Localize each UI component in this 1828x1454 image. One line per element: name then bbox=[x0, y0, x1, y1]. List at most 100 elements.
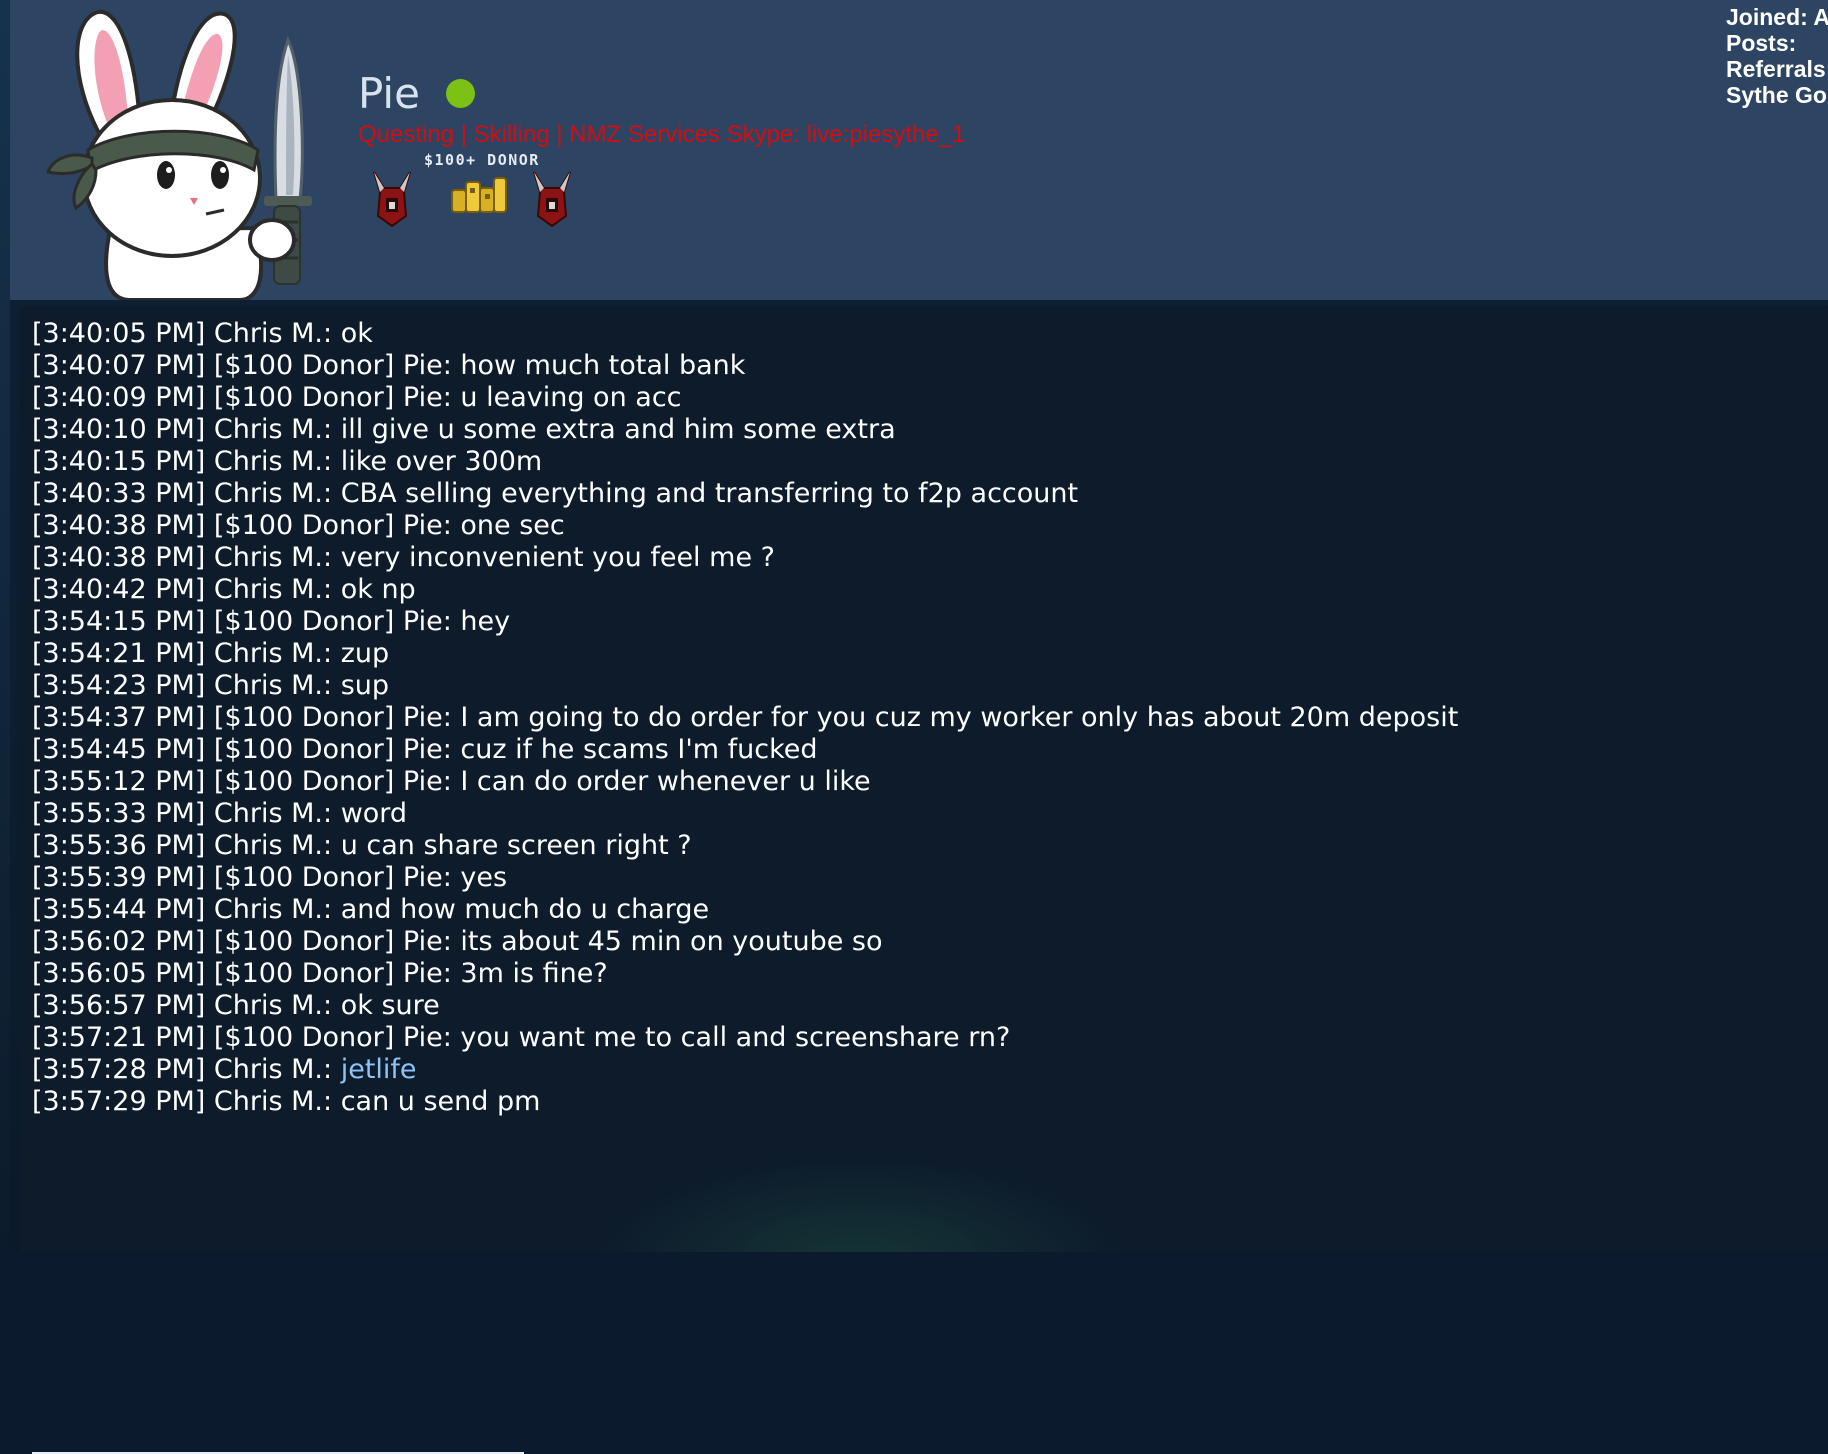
left-edge-strip bbox=[0, 0, 10, 1252]
chat-message: can u send pm bbox=[340, 1086, 541, 1117]
chat-message: word bbox=[340, 798, 408, 829]
chat-sender: Chris M.: bbox=[213, 798, 333, 829]
chat-line: [3:56:02 PM] [$100 Donor] Pie: its about… bbox=[32, 926, 1458, 958]
chat-message: u can share screen right ? bbox=[340, 830, 692, 861]
chat-timestamp: [3:54:15 PM] bbox=[32, 606, 206, 637]
chat-line: [3:40:07 PM] [$100 Donor] Pie: how much … bbox=[32, 350, 1458, 382]
chat-line: [3:40:05 PM] Chris M.: ok bbox=[32, 318, 1458, 350]
user-title: Questing | Skilling | NMZ Services Skype… bbox=[358, 121, 966, 148]
red-helmet-icon bbox=[373, 171, 411, 228]
chat-sender: Chris M.: bbox=[213, 990, 333, 1021]
chat-sender: Chris M.: bbox=[213, 446, 333, 477]
chat-message: ok sure bbox=[340, 990, 440, 1021]
chat-message: ok bbox=[340, 318, 373, 349]
chat-sender: [$100 Donor] Pie: bbox=[213, 926, 452, 957]
chat-line: [3:40:15 PM] Chris M.: like over 300m bbox=[32, 446, 1458, 478]
chat-sender: [$100 Donor] Pie: bbox=[213, 382, 452, 413]
chat-sender: Chris M.: bbox=[213, 894, 333, 925]
chat-timestamp: [3:40:10 PM] bbox=[32, 414, 206, 445]
chat-sender: [$100 Donor] Pie: bbox=[213, 862, 452, 893]
chat-sender: Chris M.: bbox=[213, 830, 333, 861]
chat-message: zup bbox=[340, 638, 390, 669]
chat-message: u leaving on acc bbox=[460, 382, 682, 413]
chat-line: [3:55:36 PM] Chris M.: u can share scree… bbox=[32, 830, 1458, 862]
chat-message: like over 300m bbox=[340, 446, 543, 477]
chat-line: [3:57:21 PM] [$100 Donor] Pie: you want … bbox=[32, 1022, 1458, 1054]
chat-timestamp: [3:56:02 PM] bbox=[32, 926, 206, 957]
chat-message: how much total bank bbox=[460, 350, 746, 381]
chat-timestamp: [3:57:29 PM] bbox=[32, 1086, 206, 1117]
chat-message: you want me to call and screenshare rn? bbox=[460, 1022, 1011, 1053]
chat-line: [3:56:05 PM] [$100 Donor] Pie: 3m is fin… bbox=[32, 958, 1458, 990]
chat-sender: Chris M.: bbox=[213, 574, 333, 605]
donor-badge-label: $100+ DONOR bbox=[424, 151, 540, 169]
chat-sender: [$100 Donor] Pie: bbox=[213, 350, 452, 381]
stat-posts: Posts: bbox=[1726, 30, 1797, 56]
chat-timestamp: [3:56:05 PM] bbox=[32, 958, 206, 989]
chat-timestamp: [3:40:05 PM] bbox=[32, 318, 206, 349]
chat-message: I can do order whenever u like bbox=[460, 766, 871, 797]
chat-line: [3:54:37 PM] [$100 Donor] Pie: I am goin… bbox=[32, 702, 1458, 734]
username[interactable]: Pie bbox=[358, 66, 420, 122]
chat-log-panel: [3:40:05 PM] Chris M.: ok [3:40:07 PM] [$… bbox=[20, 306, 1828, 1454]
chat-timestamp: [3:40:15 PM] bbox=[32, 446, 206, 477]
chat-line: [3:40:38 PM] [$100 Donor] Pie: one sec bbox=[32, 510, 1458, 542]
chat-message: ill give u some extra and him some extra bbox=[340, 414, 896, 445]
stat-joined: Joined: Au bbox=[1726, 4, 1828, 30]
chat-timestamp: [3:54:23 PM] bbox=[32, 670, 206, 701]
chat-sender: Chris M.: bbox=[213, 670, 333, 701]
chat-timestamp: [3:40:38 PM] bbox=[32, 510, 206, 541]
chat-line: [3:40:42 PM] Chris M.: ok np bbox=[32, 574, 1458, 606]
chat-message: sup bbox=[340, 670, 390, 701]
chat-timestamp: [3:40:07 PM] bbox=[32, 350, 206, 381]
chat-line: [3:56:57 PM] Chris M.: ok sure bbox=[32, 990, 1458, 1022]
chat-timestamp: [3:55:36 PM] bbox=[32, 830, 206, 861]
chat-sender: [$100 Donor] Pie: bbox=[213, 606, 452, 637]
chat-timestamp: [3:54:21 PM] bbox=[32, 638, 206, 669]
chat-sender: Chris M.: bbox=[213, 638, 333, 669]
chat-timestamp: [3:40:09 PM] bbox=[32, 382, 206, 413]
chat-timestamp: [3:54:37 PM] bbox=[32, 702, 206, 733]
chat-message-link[interactable]: jetlife bbox=[341, 1054, 417, 1085]
chat-timestamp: [3:40:42 PM] bbox=[32, 574, 206, 605]
chat-sender: Chris M.: bbox=[213, 318, 333, 349]
chat-message: 3m is fine? bbox=[460, 958, 608, 989]
chat-line: [3:54:21 PM] Chris M.: zup bbox=[32, 638, 1458, 670]
chat-sender: Chris M.: bbox=[213, 414, 333, 445]
chat-line: [3:40:09 PM] [$100 Donor] Pie: u leaving… bbox=[32, 382, 1458, 414]
chat-timestamp: [3:54:45 PM] bbox=[32, 734, 206, 765]
profile-stats: Joined: Au Posts: Referrals: Sythe Gol bbox=[1726, 4, 1828, 108]
chat-line: [3:57:29 PM] Chris M.: can u send pm bbox=[32, 1086, 1458, 1118]
chat-sender: Chris M.: bbox=[213, 1086, 333, 1117]
chat-line: [3:55:33 PM] Chris M.: word bbox=[32, 798, 1458, 830]
stat-referrals: Referrals: bbox=[1726, 56, 1828, 82]
chat-message: yes bbox=[460, 862, 508, 893]
chat-sender: [$100 Donor] Pie: bbox=[213, 1022, 452, 1053]
chat-sender: [$100 Donor] Pie: bbox=[213, 510, 452, 541]
chat-timestamp: [3:55:33 PM] bbox=[32, 798, 206, 829]
chat-timestamp: [3:40:38 PM] bbox=[32, 542, 206, 573]
chat-timestamp: [3:40:33 PM] bbox=[32, 478, 206, 509]
chat-message: very inconvenient you feel me ? bbox=[340, 542, 775, 573]
chat-line: [3:54:15 PM] [$100 Donor] Pie: hey bbox=[32, 606, 1458, 638]
bunny-avatar-image[interactable] bbox=[40, 0, 330, 300]
chat-message: cuz if he scams I'm fucked bbox=[460, 734, 818, 765]
chat-message: its about 45 min on youtube so bbox=[460, 926, 883, 957]
chat-message: ok np bbox=[340, 574, 416, 605]
chat-line: [3:40:33 PM] Chris M.: CBA selling every… bbox=[32, 478, 1458, 510]
chat-message: one sec bbox=[460, 510, 565, 541]
chat-timestamp: [3:55:39 PM] bbox=[32, 862, 206, 893]
chat-sender: [$100 Donor] Pie: bbox=[213, 958, 452, 989]
chat-timestamp: [3:55:44 PM] bbox=[32, 894, 206, 925]
chat-line: [3:40:10 PM] Chris M.: ill give u some e… bbox=[32, 414, 1458, 446]
chat-line: [3:54:45 PM] [$100 Donor] Pie: cuz if he… bbox=[32, 734, 1458, 766]
chat-line: [3:40:38 PM] Chris M.: very inconvenient… bbox=[32, 542, 1458, 574]
chat-timestamp: [3:57:21 PM] bbox=[32, 1022, 206, 1053]
chat-sender: Chris M.: bbox=[213, 542, 333, 573]
chat-sender: [$100 Donor] Pie: bbox=[213, 766, 452, 797]
chat-message: I am going to do order for you cuz my wo… bbox=[460, 702, 1459, 733]
chat-timestamp: [3:57:28 PM] bbox=[32, 1054, 206, 1085]
stat-sythe-gold: Sythe Gol bbox=[1726, 82, 1828, 108]
chat-message: and how much do u charge bbox=[340, 894, 710, 925]
chat-line: [3:55:39 PM] [$100 Donor] Pie: yes bbox=[32, 862, 1458, 894]
